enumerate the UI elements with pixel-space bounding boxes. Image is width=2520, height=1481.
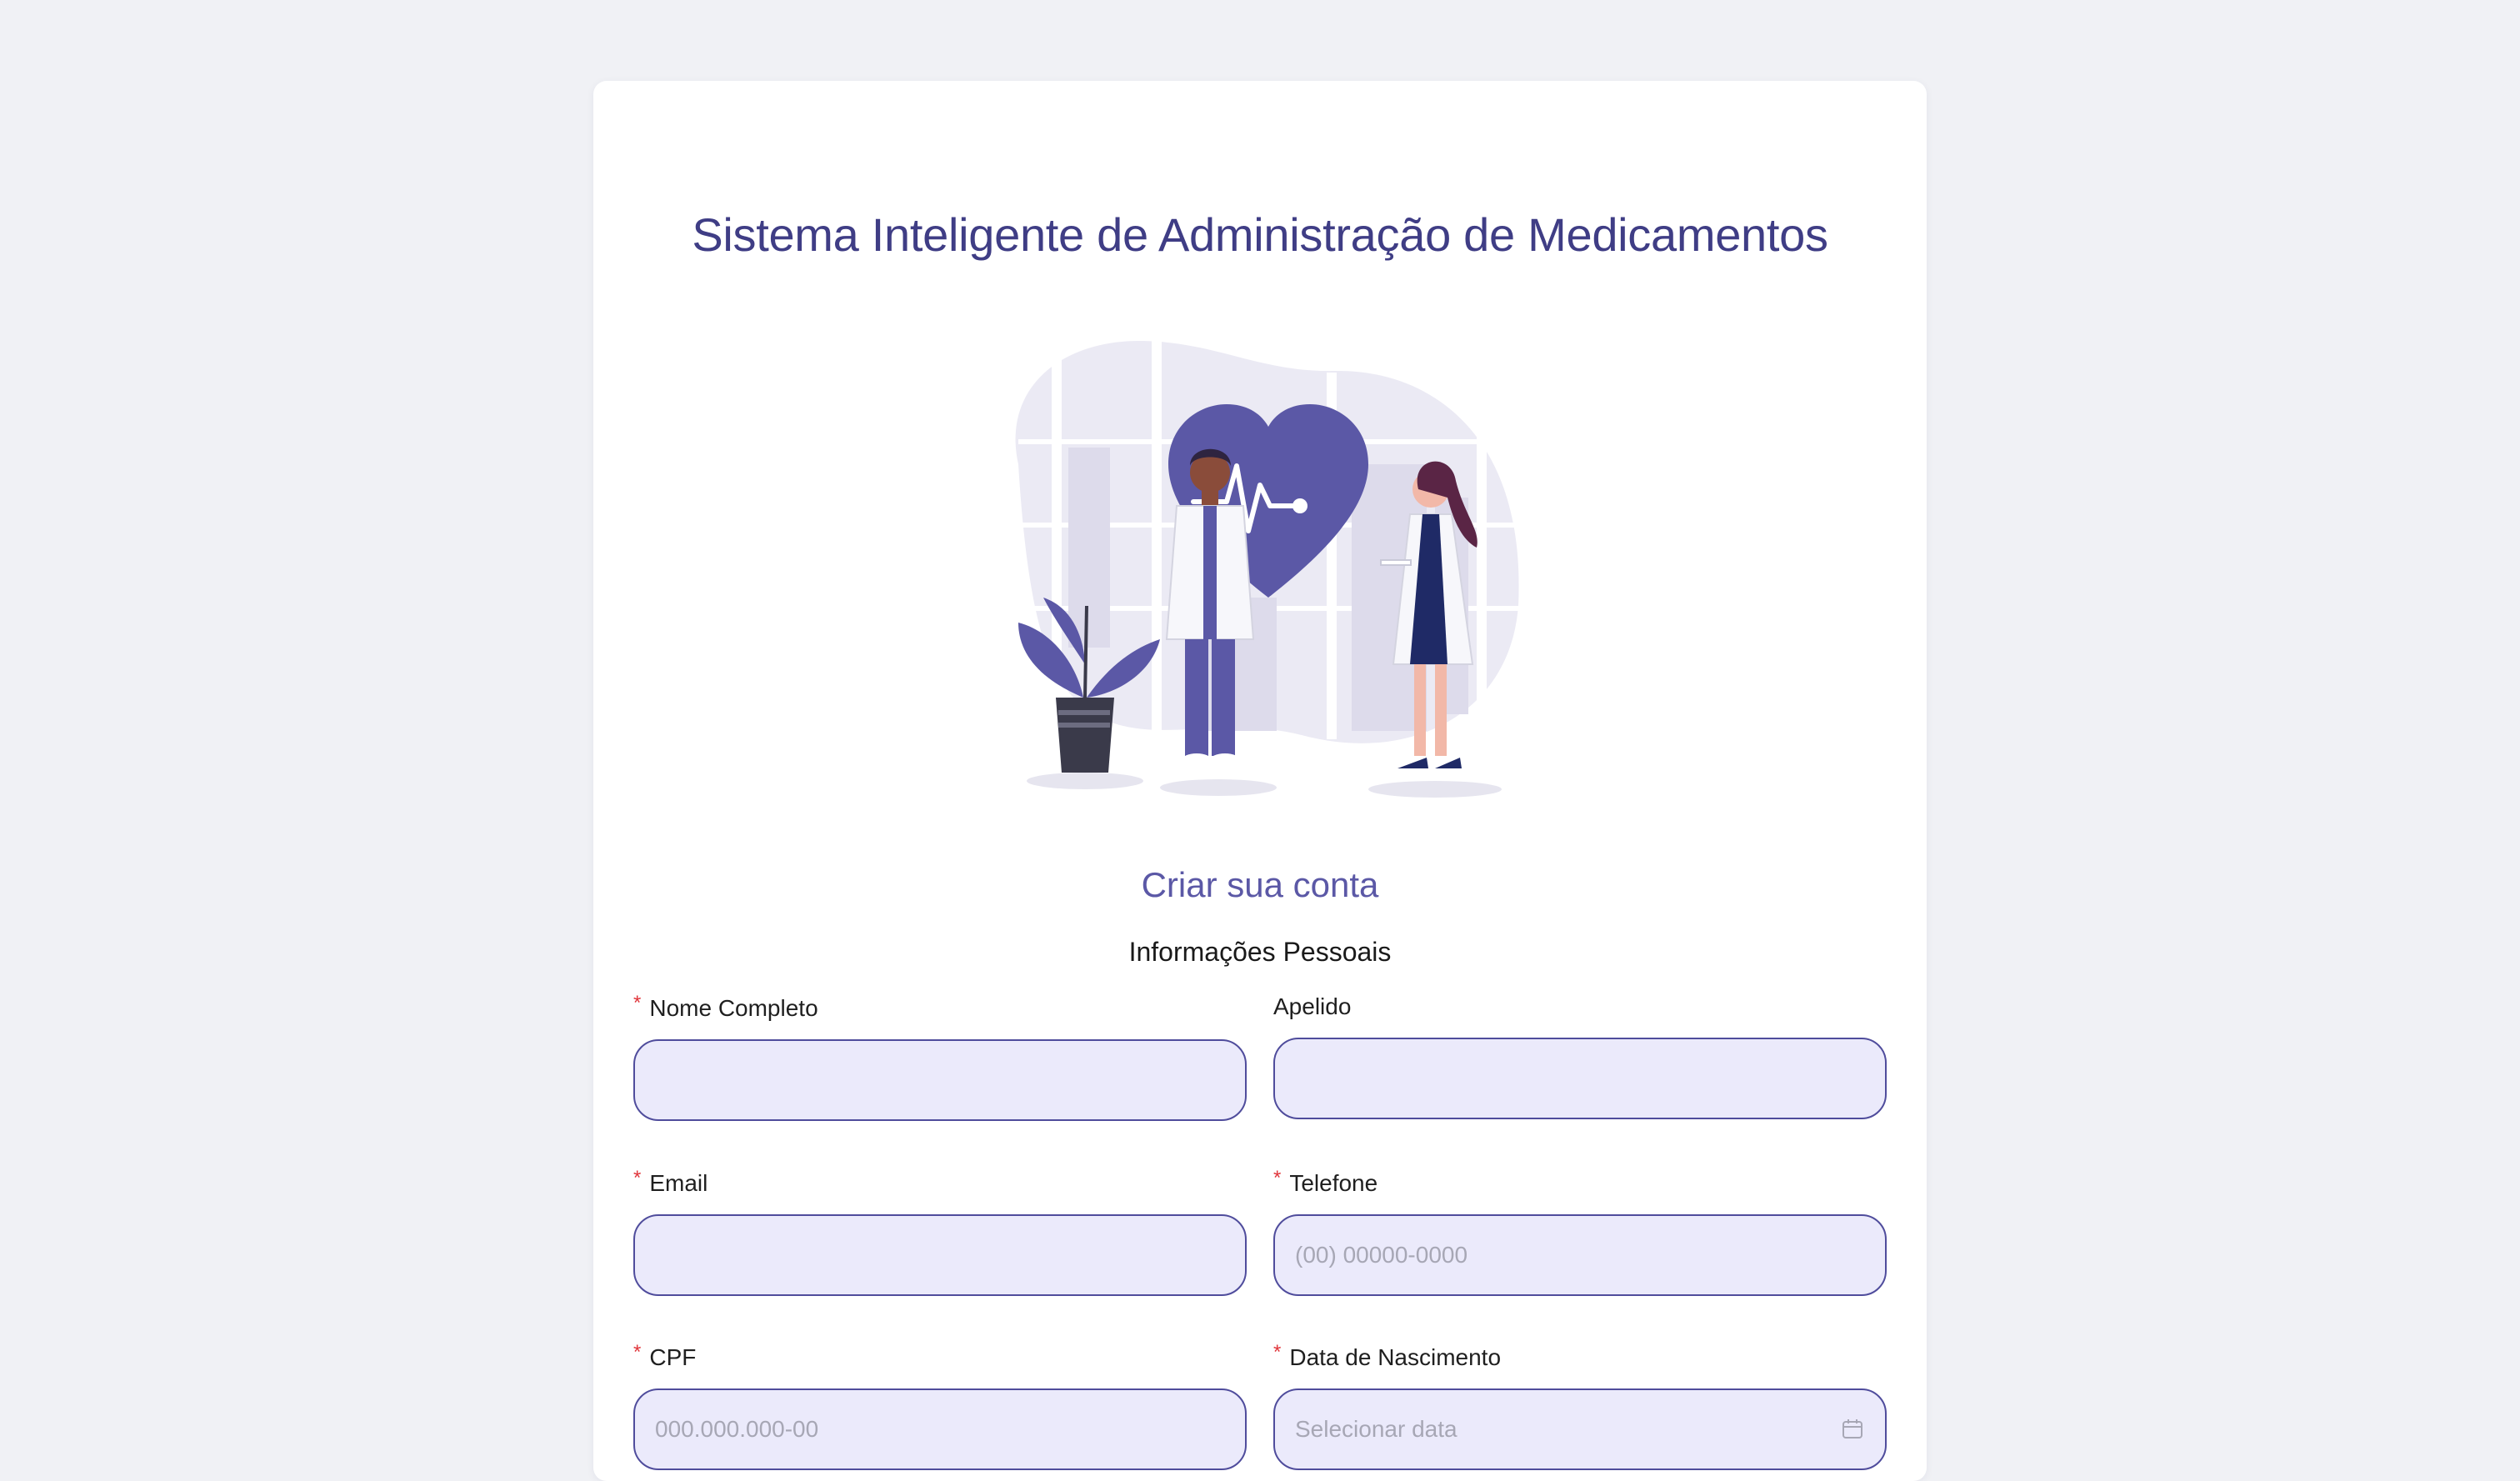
nome-completo-label-text: Nome Completo (649, 995, 818, 1021)
cpf-label-text: CPF (649, 1344, 697, 1370)
cpf-label: * CPF (633, 1341, 697, 1371)
nome-completo-label: * Nome Completo (633, 992, 818, 1022)
required-mark: * (633, 1341, 642, 1363)
calendar-icon[interactable] (1842, 1418, 1863, 1440)
personal-info-heading: Informações Pessoais (1128, 937, 1392, 967)
signup-card: Sistema Inteligente de Administração de … (593, 81, 1927, 1481)
cpf-input[interactable] (633, 1388, 1247, 1470)
required-mark: * (1273, 1341, 1282, 1363)
email-label: * Email (633, 1167, 708, 1197)
apelido-input[interactable] (1273, 1038, 1887, 1119)
telefone-input[interactable] (1273, 1214, 1887, 1296)
required-mark: * (1273, 1167, 1282, 1189)
email-input[interactable] (633, 1214, 1247, 1296)
apelido-label: Apelido (1273, 993, 1352, 1019)
email-label-text: Email (649, 1170, 708, 1196)
telefone-label-text: Telefone (1289, 1170, 1378, 1196)
data-nascimento-label: * Data de Nascimento (1273, 1341, 1502, 1371)
required-mark: * (633, 1167, 642, 1189)
doctors-heart-illustration (1015, 331, 1527, 798)
telefone-label: * Telefone (1273, 1167, 1378, 1197)
nome-completo-input[interactable] (633, 1039, 1247, 1121)
create-account-heading: Criar sua conta (1141, 865, 1379, 904)
data-nascimento-label-text: Data de Nascimento (1289, 1344, 1502, 1370)
data-nascimento-input[interactable] (1273, 1388, 1887, 1470)
required-mark: * (633, 992, 642, 1014)
